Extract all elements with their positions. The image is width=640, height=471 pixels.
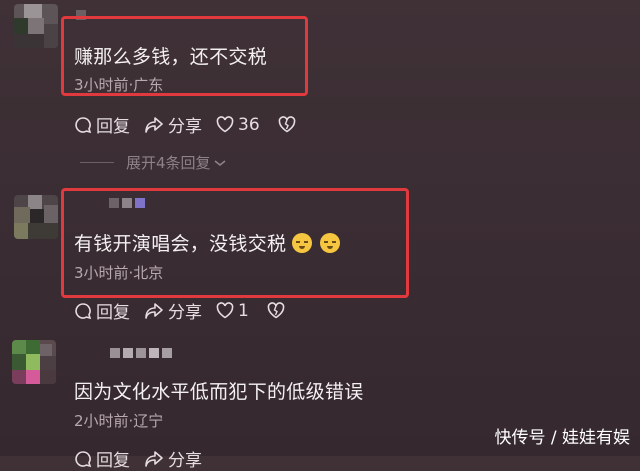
avatar[interactable]	[14, 195, 58, 239]
comment-meta: 3小时前·北京	[74, 264, 164, 282]
share-button[interactable]: 分享	[144, 112, 202, 137]
broken-heart-icon	[278, 116, 295, 133]
share-label: 分享	[168, 303, 202, 323]
reply-button[interactable]: 回复	[74, 446, 130, 471]
like-count: 36	[238, 114, 260, 135]
comment-actions: 回复 分享 36	[74, 112, 314, 137]
like-button[interactable]: 1	[216, 301, 249, 321]
avatar[interactable]	[14, 4, 58, 48]
sleepy-face-emoji	[320, 233, 341, 253]
watermark: 快传号 / 娃娃有娱	[494, 428, 630, 448]
comment-actions: 回复 分享 1	[74, 298, 303, 323]
dislike-button[interactable]	[267, 302, 289, 319]
heart-icon	[216, 302, 234, 319]
comment-text: 有钱开演唱会，没钱交税	[74, 229, 341, 256]
reply-icon	[75, 450, 92, 467]
comment-text: 赚那么多钱，还不交税	[74, 46, 268, 68]
comment-meta: 3小时前·广东	[74, 76, 164, 94]
divider-line	[80, 162, 114, 163]
username[interactable]	[110, 348, 172, 358]
share-icon	[145, 302, 163, 319]
expand-replies-label: 展开4条回复	[126, 154, 211, 172]
share-icon	[145, 450, 163, 467]
expand-replies-button[interactable]: 展开4条回复	[80, 152, 227, 173]
dislike-button[interactable]	[278, 116, 300, 133]
sleepy-face-emoji	[292, 233, 313, 253]
reply-label: 回复	[96, 117, 130, 137]
like-button[interactable]: 36	[216, 115, 260, 135]
comment-actions: 回复 分享	[74, 446, 216, 471]
share-button[interactable]: 分享	[144, 446, 202, 471]
like-count: 1	[238, 300, 249, 321]
share-button[interactable]: 分享	[144, 298, 202, 323]
share-icon	[145, 116, 163, 133]
share-label: 分享	[168, 451, 202, 471]
comment-text: 因为文化水平低而犯下的低级错误	[74, 381, 364, 403]
reply-button[interactable]: 回复	[74, 298, 130, 323]
comment-meta: 2小时前·辽宁	[74, 412, 164, 430]
reply-button[interactable]: 回复	[74, 112, 130, 137]
comment-text-content: 有钱开演唱会，没钱交税	[74, 233, 287, 255]
reply-label: 回复	[96, 451, 130, 471]
reply-icon	[75, 302, 92, 319]
reply-label: 回复	[96, 303, 130, 323]
reply-icon	[75, 116, 92, 133]
heart-icon	[216, 116, 234, 133]
avatar[interactable]	[12, 340, 56, 384]
share-label: 分享	[168, 117, 202, 137]
chevron-down-icon	[214, 159, 226, 166]
broken-heart-icon	[267, 302, 285, 319]
